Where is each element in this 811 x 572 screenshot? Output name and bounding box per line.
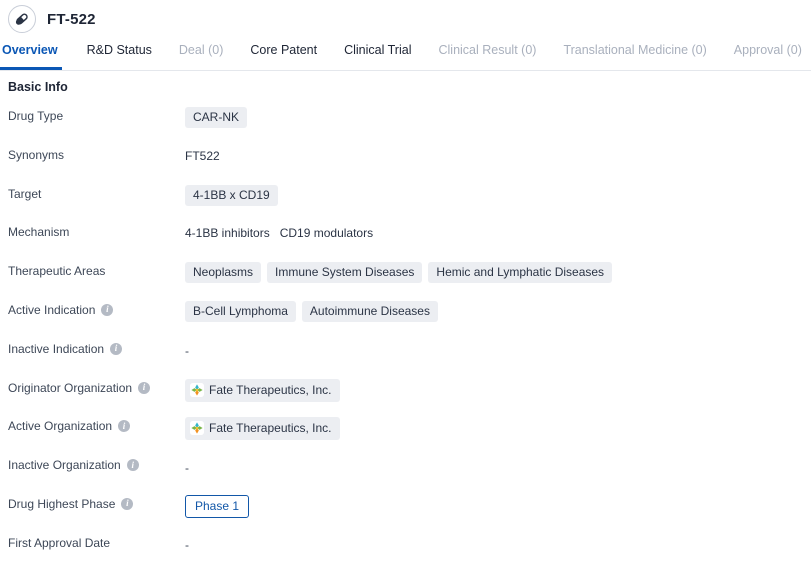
organization-name: Fate Therapeutics, Inc. — [209, 421, 332, 436]
value-text: 4-1BB inhibitors — [185, 226, 270, 241]
info-row-label-text: Inactive Organization — [8, 458, 121, 473]
info-row-value: B-Cell Lymphoma Autoimmune Diseases — [185, 300, 438, 322]
empty-value: - — [185, 344, 189, 359]
value-chip[interactable]: Immune System Diseases — [267, 262, 423, 284]
tab-translational-medicine[interactable]: Translational Medicine (0) — [563, 38, 706, 70]
info-row-label-text: Drug Type — [8, 109, 64, 123]
info-icon[interactable]: i — [121, 497, 134, 510]
organization-chip[interactable]: Fate Therapeutics, Inc. — [185, 417, 340, 441]
info-row-value: CAR-NK — [185, 106, 248, 128]
info-row-label-text: Active Organization — [8, 419, 113, 434]
info-row: Therapeutic Areas Neoplasms Immune System … — [8, 261, 811, 300]
page-title: FT-522 — [47, 10, 96, 28]
section-title-basic-info: Basic Info — [8, 80, 68, 94]
info-row-value: Neoplasms Immune System Diseases Hemic and… — [185, 261, 613, 284]
info-row: Inactive Indication i - — [8, 339, 811, 378]
tab-overview[interactable]: Overview — [0, 38, 62, 70]
info-row-label: Target — [8, 184, 185, 201]
info-row-label: Synonyms — [8, 145, 185, 162]
info-row-value: Fate Therapeutics, Inc. — [185, 416, 340, 441]
info-row: Target 4-1BB x CD19 — [8, 184, 811, 223]
info-row-value: FT522 — [185, 145, 220, 166]
info-row: Drug Highest Phase i Phase 1 — [8, 494, 811, 533]
value-chip[interactable]: Autoimmune Diseases — [301, 300, 438, 322]
info-row: Drug Type CAR-NK — [8, 106, 811, 145]
value-text: FT522 — [185, 148, 220, 163]
info-row-label-text: First Approval Date — [8, 535, 111, 550]
info-row-label-text: Target — [8, 186, 42, 201]
value-chip[interactable]: 4-1BB x CD19 — [185, 184, 278, 206]
organization-logo-icon — [190, 382, 204, 397]
info-row-value: Fate Therapeutics, Inc. — [185, 378, 340, 402]
info-row-label: Originator Organization i — [8, 378, 185, 395]
tab-core-patent[interactable]: Core Patent — [250, 38, 317, 70]
info-icon[interactable]: i — [126, 459, 139, 472]
info-row-label-text: Originator Organization — [8, 380, 133, 395]
basic-info-rows: Drug Type CAR-NK Synonyms FT522 Target 4-1BB … — [8, 106, 811, 572]
info-row-label: Drug Highest Phase i — [8, 494, 185, 511]
info-row: Mechanism 4-1BB inhibitors CD19 modulators — [8, 222, 811, 261]
info-row-value: Phase 1 — [185, 494, 250, 518]
info-row-label: Therapeutic Areas — [8, 261, 185, 278]
info-row-label: Inactive Indication i — [8, 339, 185, 356]
empty-value: - — [185, 460, 189, 475]
info-row-label-text: Therapeutic Areas — [8, 264, 106, 279]
info-row: First Approval Date - — [8, 533, 811, 572]
value-chip[interactable]: B-Cell Lymphoma — [185, 300, 296, 322]
pill-capsule-icon — [8, 5, 36, 33]
info-row: Active Organization i Fate Therapeutics, I… — [8, 416, 811, 455]
info-row-label-text: Drug Highest Phase — [8, 496, 116, 511]
info-row-label: Inactive Organization i — [8, 455, 185, 472]
info-row-label: Active Indication i — [8, 300, 185, 317]
info-row-value: 4-1BB x CD19 — [185, 184, 278, 206]
tab-approval[interactable]: Approval (0) — [734, 38, 802, 70]
organization-chip[interactable]: Fate Therapeutics, Inc. — [185, 378, 340, 402]
info-row-label-text: Inactive Indication — [8, 341, 105, 356]
organization-name: Fate Therapeutics, Inc. — [209, 382, 332, 397]
page-header: FT-522 — [0, 0, 811, 38]
info-row: Inactive Organization i - — [8, 455, 811, 494]
info-icon[interactable]: i — [101, 303, 114, 316]
info-row-value: - — [185, 533, 189, 554]
info-row: Originator Organization i Fate Therapeutic… — [8, 378, 811, 417]
phase-badge[interactable]: Phase 1 — [185, 494, 250, 518]
info-row-value: 4-1BB inhibitors CD19 modulators — [185, 222, 373, 243]
info-icon[interactable]: i — [138, 381, 151, 394]
info-row-label: Drug Type — [8, 106, 185, 123]
info-row-label: Mechanism — [8, 222, 185, 239]
info-row: Synonyms FT522 — [8, 145, 811, 184]
info-row-value: - — [185, 455, 189, 476]
info-row-label-text: Synonyms — [8, 147, 65, 162]
tab-rd-status[interactable]: R&D Status — [87, 38, 152, 70]
info-row-label-text: Active Indication — [8, 302, 96, 317]
value-chip[interactable]: Neoplasms — [185, 262, 262, 284]
info-row-label: Active Organization i — [8, 416, 185, 433]
info-row-label-text: Mechanism — [8, 225, 70, 240]
info-row-label: First Approval Date — [8, 533, 185, 550]
organization-logo-icon — [190, 421, 204, 436]
tab-bar: Overview R&D Status Deal (0) Core Patent… — [0, 38, 811, 71]
info-row: Active Indication i B-Cell Lymphoma Autoimm… — [8, 300, 811, 339]
tab-clinical-trial[interactable]: Clinical Trial — [344, 38, 411, 70]
info-row-value: - — [185, 339, 189, 360]
tab-clinical-result[interactable]: Clinical Result (0) — [438, 38, 536, 70]
tab-deal[interactable]: Deal (0) — [179, 38, 223, 70]
value-text: CD19 modulators — [279, 226, 374, 241]
value-chip[interactable]: Hemic and Lymphatic Diseases — [428, 262, 613, 284]
value-chip[interactable]: CAR-NK — [185, 107, 248, 128]
empty-value: - — [185, 538, 189, 553]
info-icon[interactable]: i — [118, 420, 131, 433]
overview-panel: Basic Info Drug Type CAR-NK Synonyms FT522 T… — [0, 71, 811, 572]
info-icon[interactable]: i — [110, 342, 123, 355]
